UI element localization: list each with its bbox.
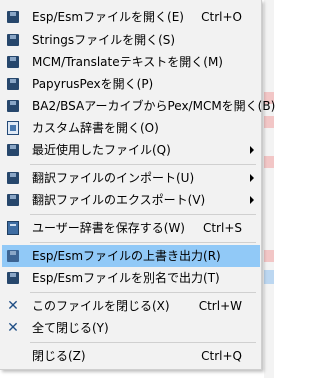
menu-item-open-custom-dictionary[interactable]: カスタム辞書を開く(O) [2, 117, 260, 139]
floppy-icon [6, 193, 20, 207]
background-window-strip [264, 0, 274, 378]
close-icon: ✕ [7, 320, 19, 336]
menu-separator [30, 164, 256, 165]
background-row-pink [264, 116, 274, 128]
menu-item-label: MCM/Translateテキストを開く(M) [32, 55, 223, 69]
menu-item-close-file[interactable]: ✕ このファイルを閉じる(X) Ctrl+W [2, 295, 260, 317]
menu-separator [30, 242, 256, 243]
menu-item-open-pex[interactable]: PapyrusPexを開く(P) [2, 73, 260, 95]
file-menu: Esp/Esmファイルを開く(E) Ctrl+O Stringsファイルを開く(… [0, 0, 275, 370]
floppy-icon [6, 143, 20, 157]
menu-item-exit[interactable]: 閉じる(Z) Ctrl+Q [2, 345, 260, 367]
background-row-blue [264, 270, 274, 284]
menu-item-label: ユーザー辞書を保存する(W) [32, 221, 185, 235]
menu-item-shortcut: Ctrl+Q [201, 349, 242, 363]
menu-item-label: 全て閉じる(Y) [32, 321, 109, 335]
menu-item-label: 最近使用したファイル(Q) [32, 143, 171, 157]
book-icon [6, 221, 20, 235]
menu-item-label: Esp/Esmファイルの上書き出力(R) [32, 249, 221, 263]
menu-item-label: Esp/Esmファイルを別名で出力(T) [32, 271, 220, 285]
calendar-icon [6, 121, 20, 135]
floppy-icon [6, 55, 20, 69]
menu-item-label: このファイルを閉じる(X) [32, 299, 170, 313]
menu-separator [30, 292, 256, 293]
floppy-icon [6, 171, 20, 185]
menu-item-close-all[interactable]: ✕ 全て閉じる(Y) [2, 317, 260, 339]
menu-item-shortcut: Ctrl+S [202, 221, 242, 235]
background-row-pink [264, 156, 274, 168]
floppy-icon [6, 249, 20, 263]
menu-item-export-translation[interactable]: 翻訳ファイルのエクスポート(V) [2, 189, 260, 211]
menu-item-shortcut: Ctrl+O [201, 10, 242, 24]
menu-item-label: 翻訳ファイルのエクスポート(V) [32, 193, 206, 207]
floppy-icon [6, 271, 20, 285]
menu-item-open-strings[interactable]: Stringsファイルを開く(S) [2, 29, 260, 51]
menu-item-label: 閉じる(Z) [32, 349, 86, 363]
menu-item-label: PapyrusPexを開く(P) [32, 77, 154, 91]
menu-item-recent-files[interactable]: 最近使用したファイル(Q) [2, 139, 260, 161]
menu-item-label: カスタム辞書を開く(O) [32, 121, 159, 135]
menu-item-label: 翻訳ファイルのインポート(U) [32, 171, 195, 185]
menu-item-open-mcm[interactable]: MCM/Translateテキストを開く(M) [2, 51, 260, 73]
menu-item-open-esp[interactable]: Esp/Esmファイルを開く(E) Ctrl+O [2, 6, 260, 28]
menu-item-label: Stringsファイルを開く(S) [32, 33, 176, 47]
menu-item-shortcut: Ctrl+W [198, 299, 242, 313]
submenu-arrow-icon [250, 196, 254, 204]
menu-separator [30, 342, 256, 343]
menu-item-open-archive[interactable]: BA2/BSAアーカイブからPex/MCMを開く(B) [2, 95, 275, 117]
submenu-arrow-icon [250, 174, 254, 182]
floppy-icon [6, 99, 20, 113]
menu-separator [30, 214, 256, 215]
menu-item-save-user-dictionary[interactable]: ユーザー辞書を保存する(W) Ctrl+S [2, 217, 260, 239]
menu-item-save-as-output[interactable]: Esp/Esmファイルを別名で出力(T) [2, 267, 260, 289]
floppy-icon [6, 33, 20, 47]
close-icon: ✕ [7, 298, 19, 314]
menu-item-import-translation[interactable]: 翻訳ファイルのインポート(U) [2, 167, 260, 189]
menu-item-label: BA2/BSAアーカイブからPex/MCMを開く(B) [32, 99, 276, 113]
menu-item-label: Esp/Esmファイルを開く(E) [32, 10, 184, 24]
floppy-icon [6, 77, 20, 91]
submenu-arrow-icon [250, 146, 254, 154]
background-row-pink [264, 250, 274, 262]
floppy-icon [6, 10, 20, 24]
menu-item-overwrite-output[interactable]: Esp/Esmファイルの上書き出力(R) [2, 245, 260, 267]
